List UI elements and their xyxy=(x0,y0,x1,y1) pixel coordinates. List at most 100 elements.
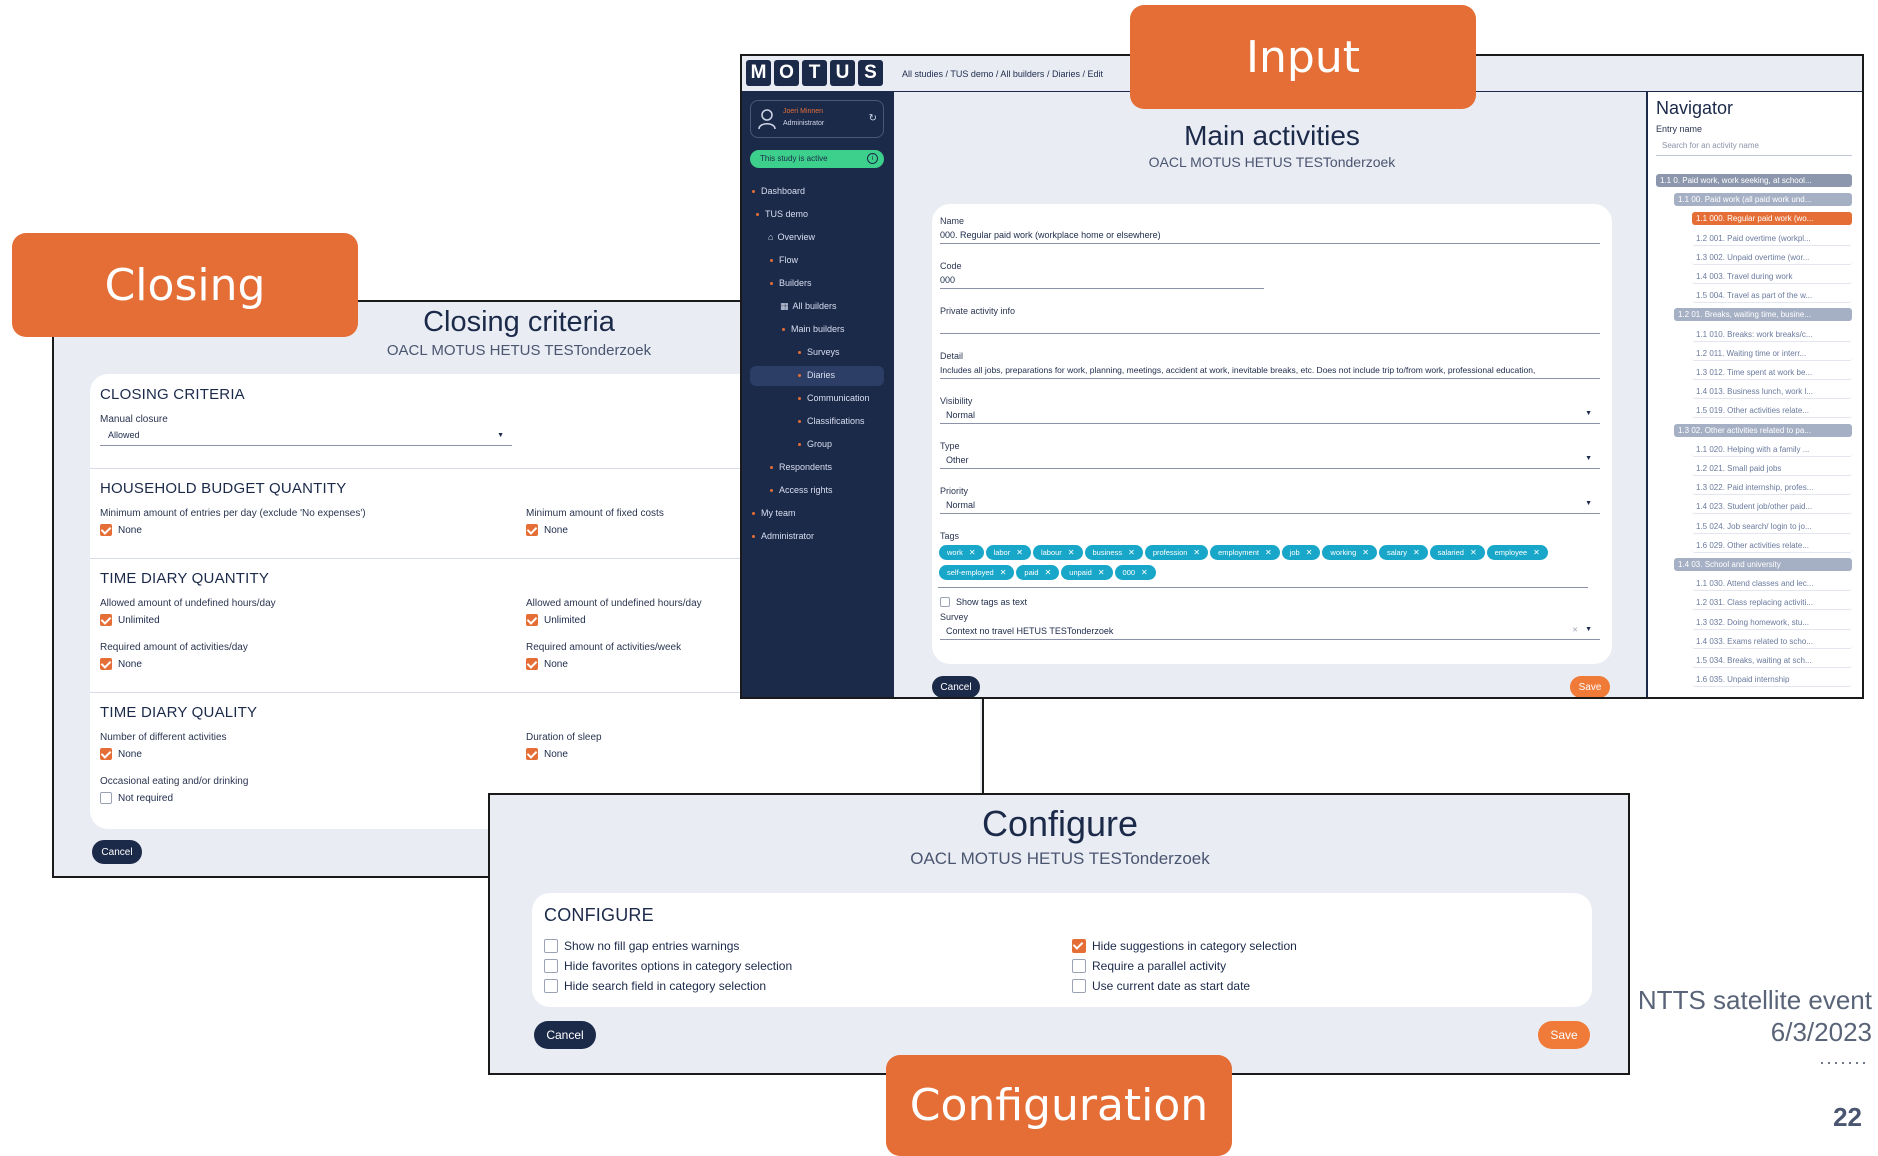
tag-chip[interactable]: profession ✕ xyxy=(1144,545,1209,560)
navigator-item[interactable]: 1.4 003. Travel during work xyxy=(1692,270,1852,284)
tag-chip[interactable]: labor ✕ xyxy=(985,545,1031,560)
navigator-item[interactable]: 1.2 01. Breaks, waiting time, busine... xyxy=(1674,308,1852,322)
close-icon[interactable]: ✕ xyxy=(1045,568,1052,577)
close-icon[interactable]: ✕ xyxy=(1470,548,1477,557)
undefined-hours-checkbox-2[interactable]: Unlimited xyxy=(526,614,586,626)
config-option[interactable]: Hide search field in category selection xyxy=(544,979,766,993)
show-tags-text-checkbox[interactable]: Show tags as text xyxy=(940,597,1027,607)
navigator-item[interactable]: 1.1 030. Attend classes and lec... xyxy=(1692,577,1852,592)
breadcrumb-item[interactable]: All builders xyxy=(1000,69,1044,79)
navigator-item[interactable]: 1.4 03. School and university xyxy=(1674,558,1852,571)
tag-chip[interactable]: 000 ✕ xyxy=(1114,565,1156,580)
info-icon[interactable]: i xyxy=(867,153,878,164)
close-icon[interactable]: ✕ xyxy=(1016,548,1023,557)
tag-chip[interactable]: paid ✕ xyxy=(1016,565,1060,580)
tag-chip[interactable]: unpaid ✕ xyxy=(1061,565,1113,580)
sidebar-item-diaries[interactable]: Diaries xyxy=(798,370,835,380)
close-icon[interactable]: ✕ xyxy=(1068,548,1075,557)
tag-chip[interactable]: employee ✕ xyxy=(1486,545,1548,560)
navigator-item[interactable]: 1.2 001. Paid overtime (workpl... xyxy=(1692,232,1852,246)
sleep-duration-checkbox[interactable]: None xyxy=(526,748,568,760)
sidebar-item-all-builders[interactable]: ▦ All builders xyxy=(780,301,837,312)
close-icon[interactable]: ✕ xyxy=(1265,548,1272,557)
close-icon[interactable]: ✕ xyxy=(969,548,976,557)
tag-chip[interactable]: salary ✕ xyxy=(1378,545,1428,560)
navigator-search-input[interactable]: Search for an activity name xyxy=(1656,140,1852,156)
tag-chip[interactable]: salaried ✕ xyxy=(1429,545,1485,560)
navigator-item[interactable]: 1.3 02. Other activities related to pa..… xyxy=(1674,423,1852,437)
sidebar-item-main-builders[interactable]: Main builders xyxy=(782,324,845,334)
closing-cancel-button[interactable]: Cancel xyxy=(92,840,142,864)
close-icon[interactable]: ✕ xyxy=(1362,548,1369,557)
navigator-item[interactable]: 1.1 00. Paid work (all paid work und... xyxy=(1674,193,1852,207)
navigator-item[interactable]: 1.3 032. Doing homework, stu... xyxy=(1692,616,1852,630)
breadcrumb-item[interactable]: Edit xyxy=(1087,69,1103,79)
navigator-item[interactable]: 1.1 010. Breaks: work breaks/c... xyxy=(1692,328,1852,342)
sidebar-item-surveys[interactable]: Surveys xyxy=(798,347,840,357)
navigator-item[interactable]: 1.1 0. Paid work, work seeking, at schoo… xyxy=(1656,174,1852,187)
tag-chip[interactable]: business ✕ xyxy=(1084,545,1143,560)
detail-input[interactable]: Includes all jobs, preparations for work… xyxy=(940,365,1600,379)
sidebar-item-dashboard[interactable]: Dashboard xyxy=(752,186,805,196)
config-option[interactable]: Hide favorites options in category selec… xyxy=(544,959,792,973)
user-card[interactable]: Joeri Minnen Administrator ↻ xyxy=(750,100,884,138)
breadcrumb-item[interactable]: Diaries xyxy=(1052,69,1080,79)
name-input[interactable]: 000. Regular paid work (workplace home o… xyxy=(940,230,1600,244)
close-icon[interactable]: ✕ xyxy=(1098,568,1105,577)
type-select[interactable]: Other ▼ xyxy=(940,455,1600,469)
sidebar-item-classifications[interactable]: Classifications xyxy=(798,416,865,426)
navigator-item[interactable]: 1.2 031. Class replacing activiti... xyxy=(1692,596,1852,611)
close-icon[interactable]: ✕ xyxy=(1193,548,1200,557)
navigator-item[interactable]: 1.5 019. Other activities relate... xyxy=(1692,404,1852,419)
navigator-item[interactable]: 1.6 035. Unpaid internship xyxy=(1692,673,1852,688)
refresh-icon[interactable]: ↻ xyxy=(869,113,877,124)
navigator-item[interactable]: 1.5 004. Travel as part of the w... xyxy=(1692,289,1852,304)
configure-cancel-button[interactable]: Cancel xyxy=(534,1021,596,1049)
sidebar-item-respondents[interactable]: Respondents xyxy=(770,462,832,472)
navigator-item[interactable]: 1.3 022. Paid internship, profes... xyxy=(1692,481,1852,496)
config-option[interactable]: Require a parallel activity xyxy=(1072,959,1226,973)
navigator-item[interactable]: 1.4 023. Student job/other paid... xyxy=(1692,500,1852,515)
sidebar-item-flow[interactable]: Flow xyxy=(770,255,798,265)
close-icon[interactable]: ✕ xyxy=(1141,568,1148,577)
navigator-item[interactable]: 1.5 024. Job search/ login to jo... xyxy=(1692,520,1852,534)
min-fixed-costs-checkbox[interactable]: None xyxy=(526,524,568,536)
priority-select[interactable]: Normal ▼ xyxy=(940,500,1600,514)
sidebar-item-tus-demo[interactable]: TUS demo xyxy=(756,209,808,219)
tag-chip[interactable]: labour ✕ xyxy=(1032,545,1083,560)
tag-chip[interactable]: work ✕ xyxy=(939,545,984,560)
tag-chip[interactable]: employment ✕ xyxy=(1210,545,1280,560)
sidebar-item-builders[interactable]: Builders xyxy=(770,278,812,288)
navigator-item[interactable]: 1.3 012. Time spent at work be... xyxy=(1692,366,1852,380)
navigator-item[interactable]: 1.6 029. Other activities relate... xyxy=(1692,539,1852,553)
navigator-item[interactable]: 1.4 013. Business lunch, work l... xyxy=(1692,385,1852,400)
tag-chip[interactable]: job ✕ xyxy=(1281,545,1321,560)
input-save-button[interactable]: Save xyxy=(1570,676,1610,697)
config-option[interactable]: Hide suggestions in category selection xyxy=(1072,939,1297,953)
code-input[interactable]: 000 xyxy=(940,275,1264,289)
survey-select[interactable]: Context no travel HETUS TESTonderzoek ✕ ▼ xyxy=(940,626,1600,640)
navigator-item[interactable]: 1.2 021. Small paid jobs xyxy=(1692,462,1852,476)
sidebar-item-group[interactable]: Group xyxy=(798,439,832,449)
close-icon[interactable]: ✕ xyxy=(1128,548,1135,557)
close-icon[interactable]: ✕ xyxy=(1000,568,1007,577)
sidebar-item-overview[interactable]: ⌂ Overview xyxy=(768,232,815,242)
navigator-item[interactable]: 1.3 002. Unpaid overtime (wor... xyxy=(1692,251,1852,265)
config-option[interactable]: Show no fill gap entries warnings xyxy=(544,939,739,953)
visibility-select[interactable]: Normal ▼ xyxy=(940,410,1600,424)
close-icon[interactable]: ✕ xyxy=(1413,548,1420,557)
eating-drinking-checkbox[interactable]: Not required xyxy=(100,792,173,804)
breadcrumb-item[interactable]: TUS demo xyxy=(950,69,993,79)
config-option[interactable]: Use current date as start date xyxy=(1072,979,1250,993)
undefined-hours-checkbox[interactable]: Unlimited xyxy=(100,614,160,626)
private-info-input[interactable] xyxy=(940,320,1600,334)
sidebar-item-access-rights[interactable]: Access rights xyxy=(770,485,833,495)
input-cancel-button[interactable]: Cancel xyxy=(932,676,980,697)
clear-icon[interactable]: ✕ xyxy=(1572,626,1578,634)
manual-closure-select[interactable]: Allowed ▼ xyxy=(100,430,512,446)
sidebar-item-my-team[interactable]: My team xyxy=(752,508,796,518)
navigator-item[interactable]: 1.1 000. Regular paid work (wo... xyxy=(1692,212,1852,226)
navigator-item[interactable]: 1.2 011. Waiting time or interr... xyxy=(1692,347,1852,361)
different-activities-checkbox[interactable]: None xyxy=(100,748,142,760)
tags-input[interactable]: work ✕ labor ✕ labour ✕ business ✕ profession ✕ em… xyxy=(938,542,1588,588)
